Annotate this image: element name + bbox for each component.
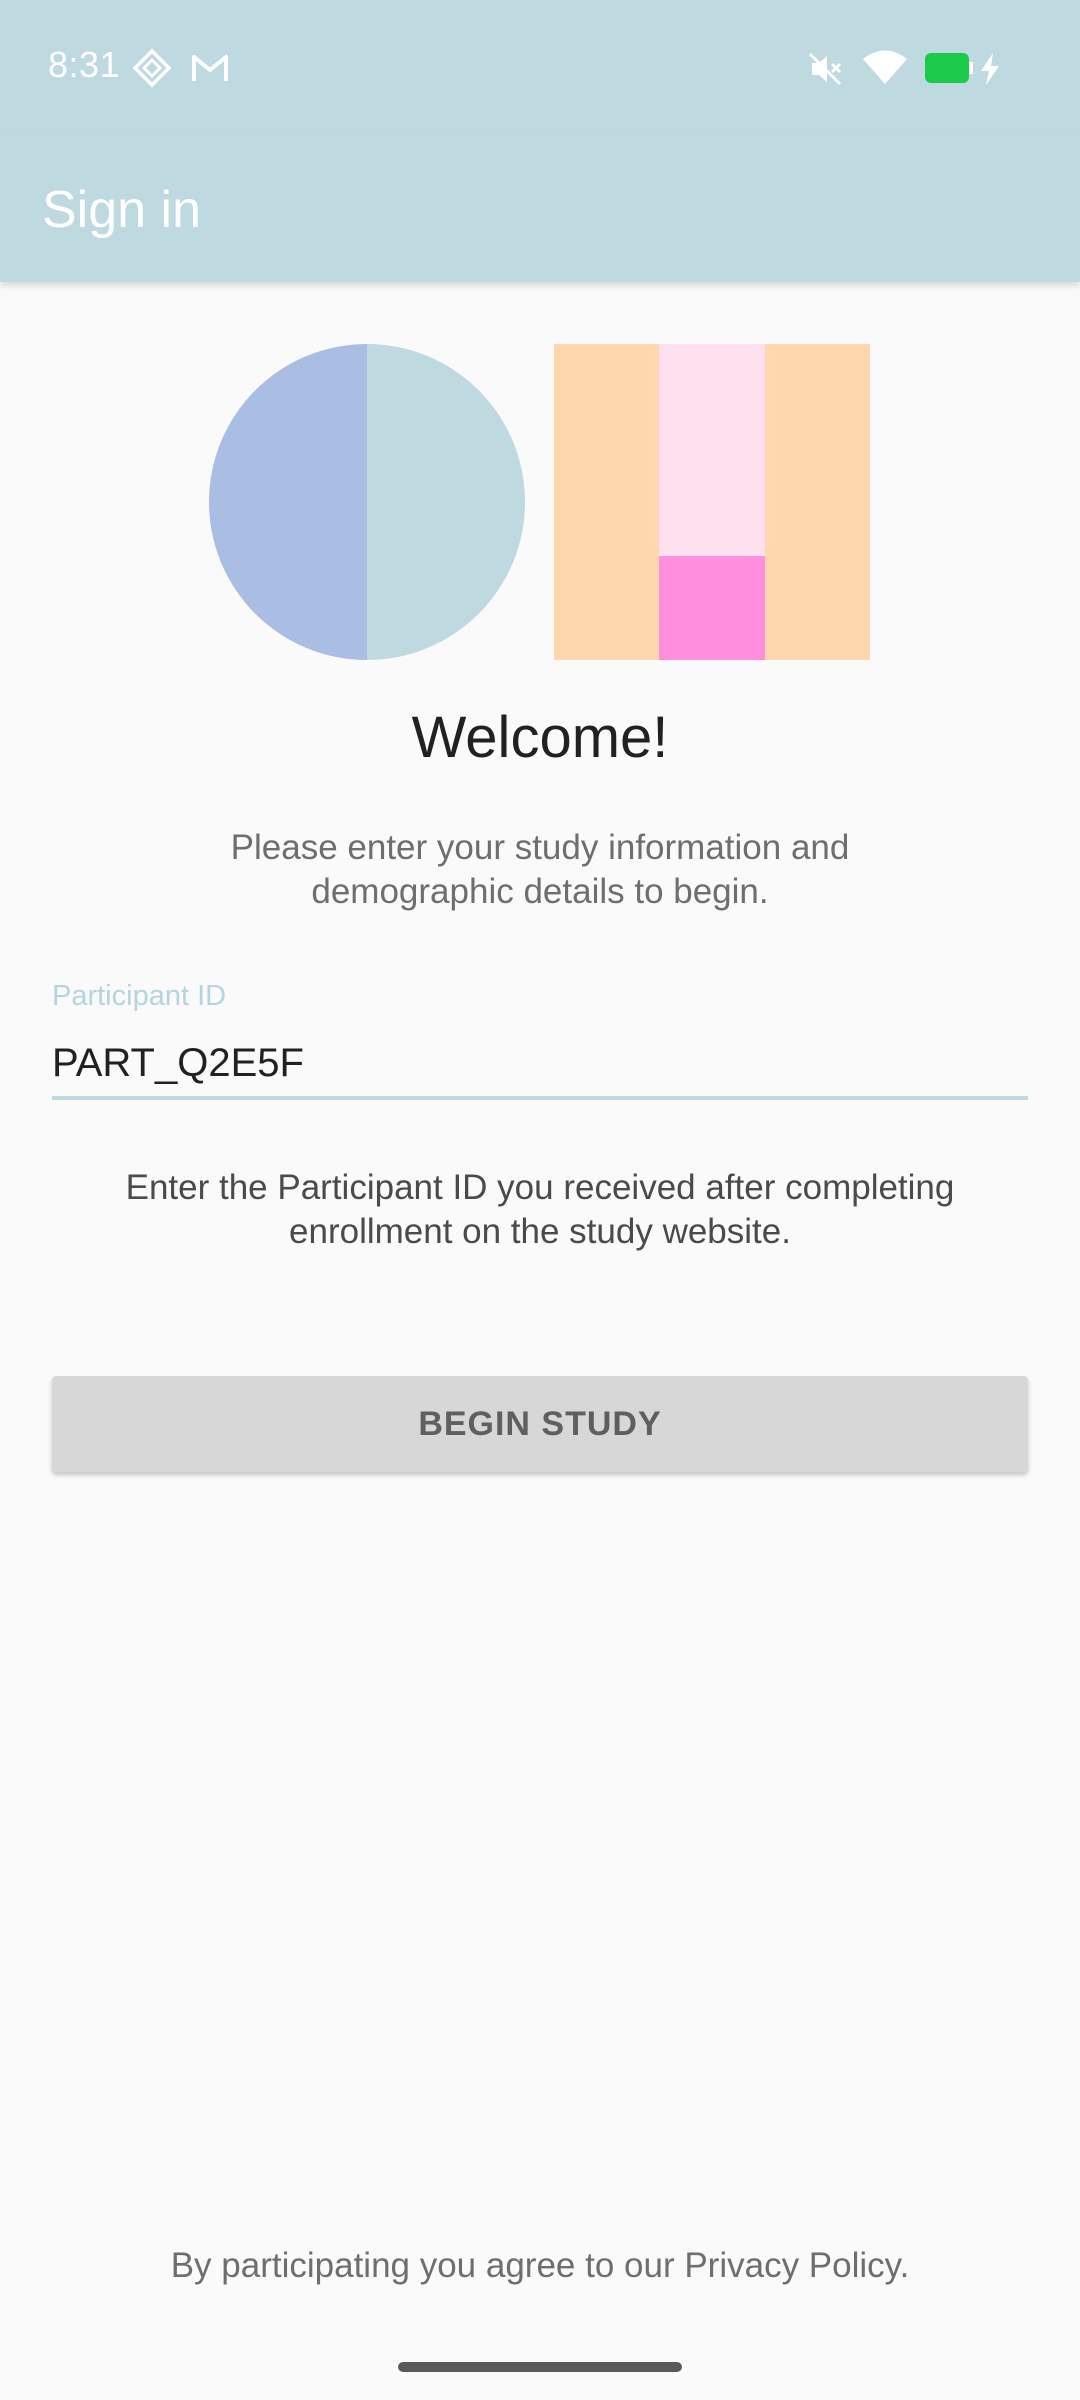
battery-icon xyxy=(925,53,973,83)
diamond-notification-icon xyxy=(132,48,172,88)
participant-id-field[interactable]: Participant ID xyxy=(52,976,1028,1100)
begin-study-button[interactable]: BEGIN STUDY xyxy=(52,1376,1028,1472)
privacy-policy-text[interactable]: By participating you agree to our Privac… xyxy=(0,2246,1080,2286)
study-logo xyxy=(209,344,870,660)
welcome-subtitle: Please enter your study information and … xyxy=(230,828,850,911)
wifi-icon xyxy=(863,50,907,84)
sign-in-screen: 8:31 Sign in Welcome! Please enter your … xyxy=(0,0,1080,2400)
app-bar: Sign in xyxy=(0,134,1080,282)
logo-rectangle xyxy=(554,344,870,660)
status-bar: 8:31 xyxy=(0,0,1080,134)
charging-icon xyxy=(981,53,999,85)
home-indicator[interactable] xyxy=(398,2362,682,2372)
participant-id-underline xyxy=(52,1096,1028,1100)
participant-id-label: Participant ID xyxy=(52,980,227,1012)
status-time: 8:31 xyxy=(48,44,121,85)
app-bar-title: Sign in xyxy=(42,181,201,239)
logo-circle xyxy=(209,344,525,660)
welcome-heading: Welcome! xyxy=(411,705,669,770)
participant-id-helper-text: Enter the Participant ID you received af… xyxy=(125,1168,955,1251)
mute-icon xyxy=(808,52,842,86)
participant-id-input[interactable] xyxy=(52,1034,1028,1092)
gmail-icon xyxy=(192,55,228,81)
